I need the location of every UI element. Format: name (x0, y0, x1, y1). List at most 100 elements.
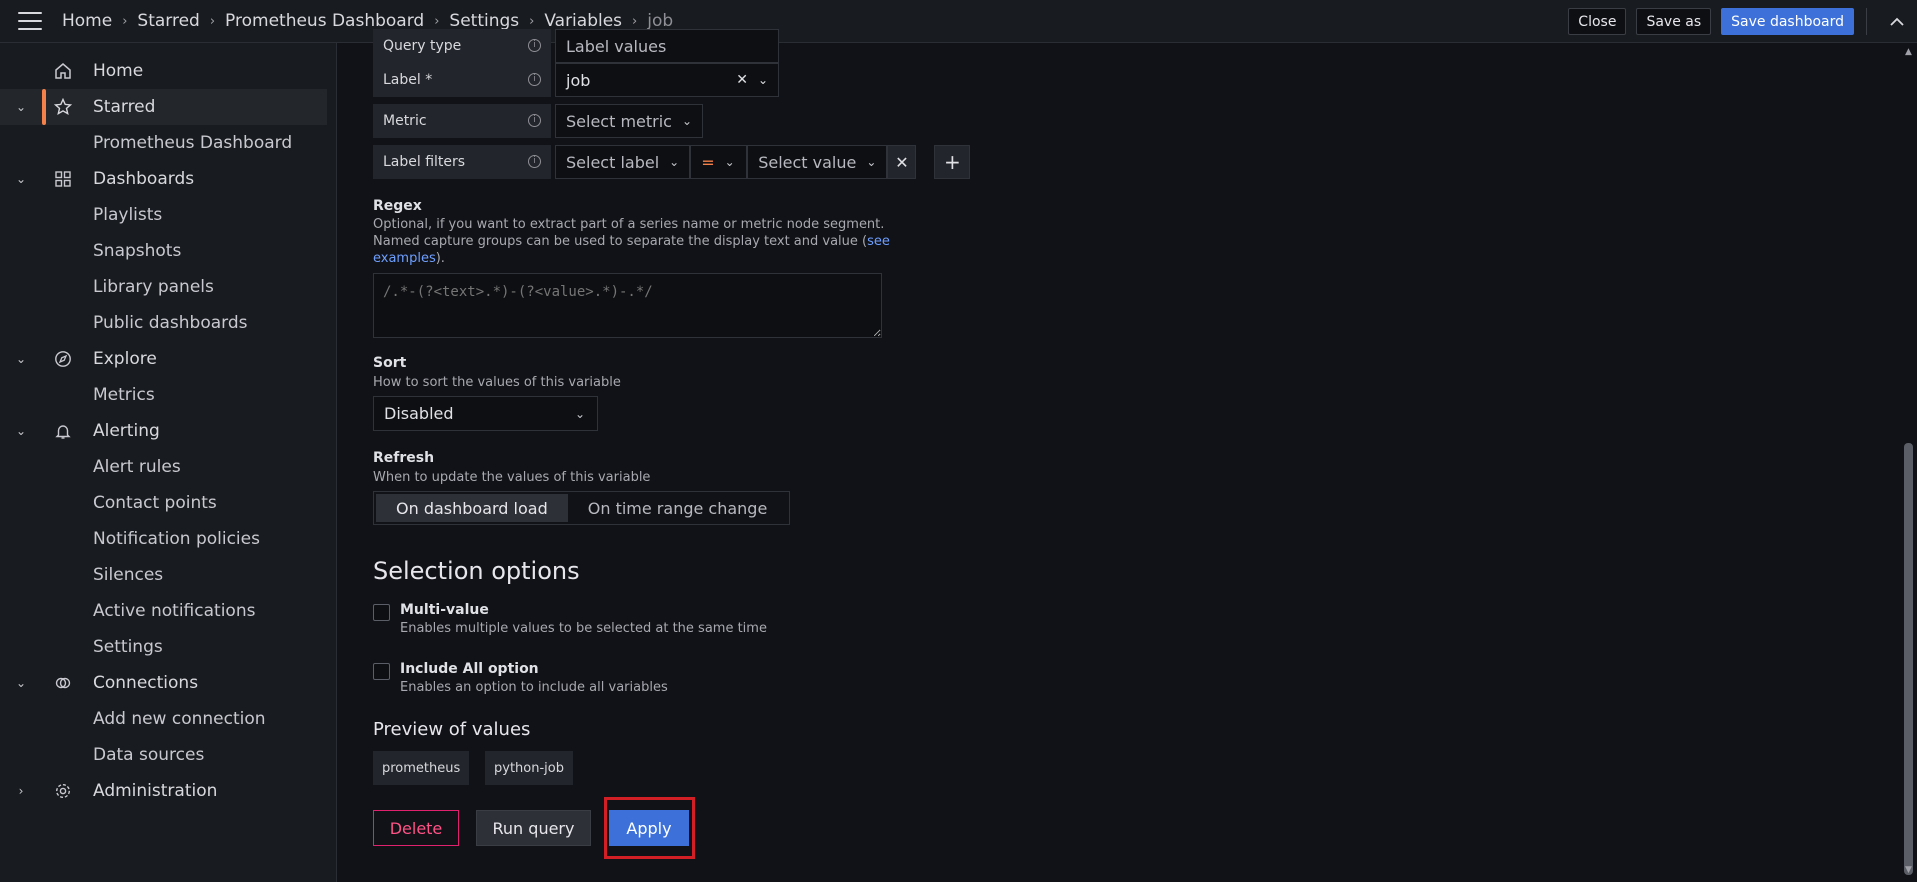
examples-link[interactable]: examples (373, 251, 436, 266)
sidebar-item-data-sources[interactable]: Data sources (0, 737, 337, 773)
metric-label: Metric (383, 113, 427, 129)
menu-icon[interactable] (18, 12, 42, 30)
breadcrumb-settings[interactable]: Settings (449, 11, 519, 31)
filter-value-select[interactable]: Select value ⌄ (747, 145, 888, 179)
query-type-select[interactable]: Label values (555, 29, 779, 63)
chevron-down-icon: ⌄ (724, 155, 735, 169)
chevron-down-icon[interactable]: ⌄ (14, 424, 28, 438)
scroll-up-icon[interactable]: ▲ (1903, 47, 1914, 57)
sidebar-item-playlists[interactable]: Playlists (0, 197, 337, 233)
sidebar-item-connections[interactable]: ⌄ Connections (0, 665, 337, 701)
sidebar-item-silences[interactable]: Silences (0, 557, 337, 593)
sidebar-item-label: Connections (93, 673, 199, 693)
scroll-down-icon[interactable]: ▼ (1903, 865, 1914, 875)
preview-value-chip: prometheus (373, 751, 470, 785)
chevron-right-icon: › (632, 13, 638, 29)
label-select[interactable]: job ✕ ⌄ (555, 63, 779, 97)
remove-filter-button[interactable]: ✕ (887, 145, 917, 179)
sidebar-item-label: Alert rules (93, 457, 181, 477)
filter-operator-value: = (701, 152, 715, 172)
info-icon[interactable]: i (528, 114, 541, 127)
toolbar-divider (1866, 8, 1867, 35)
sidebar-item-public-dashboards[interactable]: Public dashboards (0, 305, 337, 341)
sidebar-item-administration[interactable]: › Administration (0, 773, 337, 809)
breadcrumb-home[interactable]: Home (62, 11, 112, 31)
sidebar-item-library-panels[interactable]: Library panels (0, 269, 337, 305)
sidebar-item-starred[interactable]: ⌄ Starred (0, 89, 327, 125)
clear-icon[interactable]: ✕ (736, 72, 748, 88)
metric-select[interactable]: Select metric ⌄ (555, 104, 704, 138)
sidebar-item-active-notifications[interactable]: Active notifications (0, 593, 337, 629)
chevron-down-icon: ⌄ (681, 114, 693, 128)
chevron-down-icon[interactable]: ⌄ (14, 172, 28, 186)
sort-select[interactable]: Disabled ⌄ (373, 396, 598, 431)
chevron-right-icon[interactable]: › (14, 784, 28, 798)
run-query-button[interactable]: Run query (476, 810, 591, 846)
main-scrollbar[interactable]: ▲ ▼ (1900, 43, 1917, 882)
sidebar-item-alerting-settings[interactable]: Settings (0, 629, 337, 665)
chevron-down-icon: ⌄ (757, 73, 768, 87)
filter-label-placeholder: Select label (566, 152, 660, 172)
label-select-value: job (566, 70, 591, 90)
sidebar-item-label: Silences (93, 565, 164, 585)
filter-value-placeholder: Select value (758, 152, 857, 172)
collapse-toolbar-icon[interactable] (1877, 0, 1917, 43)
metric-placeholder: Select metric (566, 111, 672, 131)
sidebar-item-snapshots[interactable]: Snapshots (0, 233, 337, 269)
save-dashboard-button[interactable]: Save dashboard (1721, 8, 1854, 35)
close-icon: ✕ (895, 152, 909, 172)
regex-input[interactable] (373, 273, 882, 338)
sidebar-item-alerting[interactable]: ⌄ Alerting (0, 413, 337, 449)
apps-icon (52, 168, 74, 190)
sidebar-item-notification-policies[interactable]: Notification policies (0, 521, 337, 557)
scrollbar-thumb[interactable] (1904, 443, 1913, 875)
save-as-button[interactable]: Save as (1636, 8, 1712, 35)
sidebar-item-label: Add new connection (93, 709, 266, 729)
info-icon[interactable]: i (528, 39, 541, 52)
sidebar-item-label: Active notifications (93, 601, 256, 621)
chevron-right-icon: › (434, 13, 440, 29)
multi-value-checkbox[interactable] (373, 604, 390, 621)
sidebar-item-dashboards[interactable]: ⌄ Dashboards (0, 161, 337, 197)
filter-operator-select[interactable]: = ⌄ (690, 145, 748, 179)
sidebar-item-label: Snapshots (93, 241, 182, 261)
breadcrumb-starred[interactable]: Starred (137, 11, 199, 31)
sort-title: Sort (373, 355, 407, 371)
regex-desc-end: ). (435, 251, 445, 266)
sidebar-item-label: Data sources (93, 745, 205, 765)
chevron-down-icon: ⌄ (669, 155, 680, 169)
multi-value-title: Multi-value (400, 602, 489, 618)
sort-value: Disabled (384, 404, 454, 423)
sidebar-item-prometheus-dashboard[interactable]: Prometheus Dashboard (0, 125, 337, 161)
chevron-right-icon: › (209, 13, 216, 29)
sidebar-item-metrics[interactable]: Metrics (0, 377, 337, 413)
query-type-value: Label values (566, 36, 667, 56)
sidebar-item-label: Metrics (93, 385, 155, 405)
bell-icon (52, 420, 74, 442)
sidebar-item-alert-rules[interactable]: Alert rules (0, 449, 337, 485)
apply-button[interactable]: Apply (609, 810, 689, 846)
filter-label-select[interactable]: Select label ⌄ (555, 145, 691, 179)
sidebar-item-label: Public dashboards (93, 313, 248, 333)
label-filters-row: Label filters i Select label ⌄ = ⌄ Select v… (373, 145, 971, 179)
sidebar-item-label: Prometheus Dashboard (93, 133, 293, 153)
sidebar-item-home[interactable]: Home (0, 53, 337, 89)
see-examples-link[interactable]: see (867, 234, 890, 249)
include-all-checkbox[interactable] (373, 663, 390, 680)
refresh-on-dashboard-load[interactable]: On dashboard load (376, 494, 568, 522)
sidebar-item-add-new-connection[interactable]: Add new connection (0, 701, 337, 737)
add-filter-button[interactable]: + (934, 145, 971, 179)
info-icon[interactable]: i (528, 73, 541, 86)
sidebar-item-contact-points[interactable]: Contact points (0, 485, 337, 521)
chevron-down-icon[interactable]: ⌄ (14, 100, 28, 114)
sidebar-item-explore[interactable]: ⌄ Explore (0, 341, 337, 377)
chevron-down-icon[interactable]: ⌄ (14, 352, 28, 366)
sidebar-item-label: Library panels (93, 277, 214, 297)
info-icon[interactable]: i (528, 155, 541, 168)
delete-button[interactable]: Delete (373, 810, 459, 846)
breadcrumb-dashboard[interactable]: Prometheus Dashboard (225, 11, 424, 31)
breadcrumb-variables[interactable]: Variables (544, 11, 622, 31)
close-button[interactable]: Close (1568, 8, 1627, 35)
chevron-down-icon[interactable]: ⌄ (14, 676, 28, 690)
refresh-on-time-range-change[interactable]: On time range change (568, 494, 788, 522)
